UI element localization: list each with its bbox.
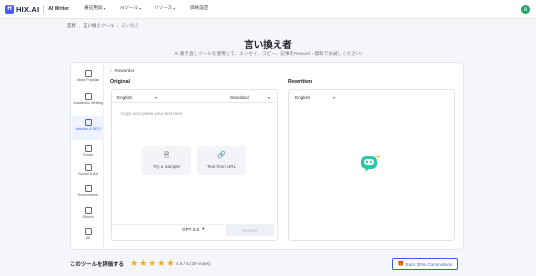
mail-icon [84,145,92,152]
model-select[interactable]: GPT-3.5 ▾ [182,226,204,232]
button-label: Text from URL [206,164,237,169]
sidebar-item-label: Email [83,153,93,157]
sidebar-item-ecommerce[interactable]: Ecommerce [72,184,104,200]
sidebar-item-label: Articles & SEO [75,127,101,131]
star-icon[interactable]: ★ [130,258,138,268]
sidebar-item-academic-writing[interactable]: Academic Writing [72,91,104,113]
sidebar-item-label: Others [82,215,94,219]
sidebar-item-most-popular[interactable]: Most Popular [72,68,104,88]
rate-tool-label: このツールを評価する [70,262,124,268]
try-sample-button[interactable]: 🗎 Try a Sample [142,146,191,175]
page-subtitle: AI 書き直しツールを使用して、エッセイ、コピー、記事をReword・無料でお試… [174,51,362,56]
model-value: GPT-3.5 [182,226,200,232]
text-from-url-button[interactable]: 🔗 Text from URL [197,146,246,175]
chevron-down-icon: ▾ [173,5,176,11]
star-icon[interactable]: ★ [148,258,156,268]
chevron-right-icon: › [117,23,119,29]
chevron-down-icon: ▾ [267,94,270,100]
chevron-right-icon: › [78,23,81,29]
breadcrumb: 首頁 › 言い換えツール › 言い換え [67,23,139,29]
document-icon: 🗎 [163,152,170,159]
link-icon: 🔗 [217,152,226,159]
more-icon [84,207,92,214]
star-icon [84,70,92,77]
breadcrumb-current: 言い換え [121,23,140,28]
star-icon[interactable]: ★ [166,258,174,268]
select-value: English [117,94,133,100]
back-to-reworder[interactable]: ‹ Reworder [110,68,134,73]
star-icon[interactable]: ★ [139,258,147,268]
nav-item-ai-tools[interactable]: AIツール ▾ [120,5,141,11]
earn-commission-button[interactable]: 🎁 Earn 30% Commission [392,258,458,270]
sidebar-item-label: Academic Writing [73,101,103,105]
sidebar-item-others[interactable]: Others [72,206,104,221]
star-icon[interactable]: ★ [157,258,165,268]
breadcrumb-parent[interactable]: 言い換えツール [83,23,114,29]
chevron-left-icon: ‹ [110,68,112,73]
social-icon [84,164,92,171]
nav-item-resources[interactable]: リソース ▾ [154,5,175,11]
avatar[interactable]: A [521,5,530,14]
nav-item-label: 著記用具 [84,5,103,10]
text-input[interactable]: Copy and paste your text here [121,111,183,116]
nav-item-pricing[interactable]: 価格設定 [190,5,208,11]
rating-stars[interactable]: ★ ★ ★ ★ ★ [130,258,174,268]
gift-icon: 🎁 [397,261,404,267]
page-title: 言い換え者 [244,40,292,51]
category-sidebar: Most Popular Academic Writing Articles &… [72,64,104,248]
rewritten-label: Rewritten [288,79,313,85]
select-value: Standard [230,94,249,100]
rewritten-language-select[interactable]: English ▾ [292,92,338,102]
button-label: Try a Sample [152,164,181,169]
sidebar-item-social-ad[interactable]: Social & Ad [72,163,104,179]
sidebar-item-all[interactable]: All [72,227,104,242]
chevron-down-icon: ▾ [154,94,157,100]
robot-mascot-icon [361,154,381,172]
chevron-down-icon: ▾ [332,94,335,100]
nav-item-label: 価格設定 [190,5,209,10]
sidebar-item-articles-seo[interactable]: Articles & SEO [72,116,104,140]
sidebar-item-label: Most Popular [76,78,100,82]
rewrite-button[interactable]: Rewrite [226,224,274,236]
sidebar-item-email[interactable]: Email [72,144,104,159]
original-language-select[interactable]: English ▾ [114,92,160,102]
sidebar-item-label: Ecommerce [77,193,99,197]
rating-score: 4.8 / 5 (39 votes) [176,261,211,266]
select-value: English [295,94,311,100]
article-icon [84,119,92,126]
main-nav: 著記用具 ▾ AIツール ▾ リソース ▾ 価格設定 A [0,0,536,19]
chevron-down-icon: ▾ [103,5,106,11]
cart-icon [84,185,92,192]
button-label: Earn 30% Commission [405,261,453,267]
back-label: Reworder [114,68,135,73]
sidebar-item-label: Social & Ad [78,172,98,176]
breadcrumb-home[interactable]: 首頁 [67,23,76,29]
style-select[interactable]: Standard ▾ [227,92,273,102]
nav-item-label: AIツール [120,5,139,10]
nav-item-writing-tools[interactable]: 著記用具 ▾ [84,5,105,11]
chevron-down-icon: ▾ [139,5,142,11]
sidebar-item-label: All [85,236,91,240]
chevron-down-icon: ▾ [202,226,205,231]
grid-icon [84,228,92,235]
nav-item-label: リソース [154,5,173,10]
book-icon [84,93,92,100]
original-label: Original [110,79,131,85]
